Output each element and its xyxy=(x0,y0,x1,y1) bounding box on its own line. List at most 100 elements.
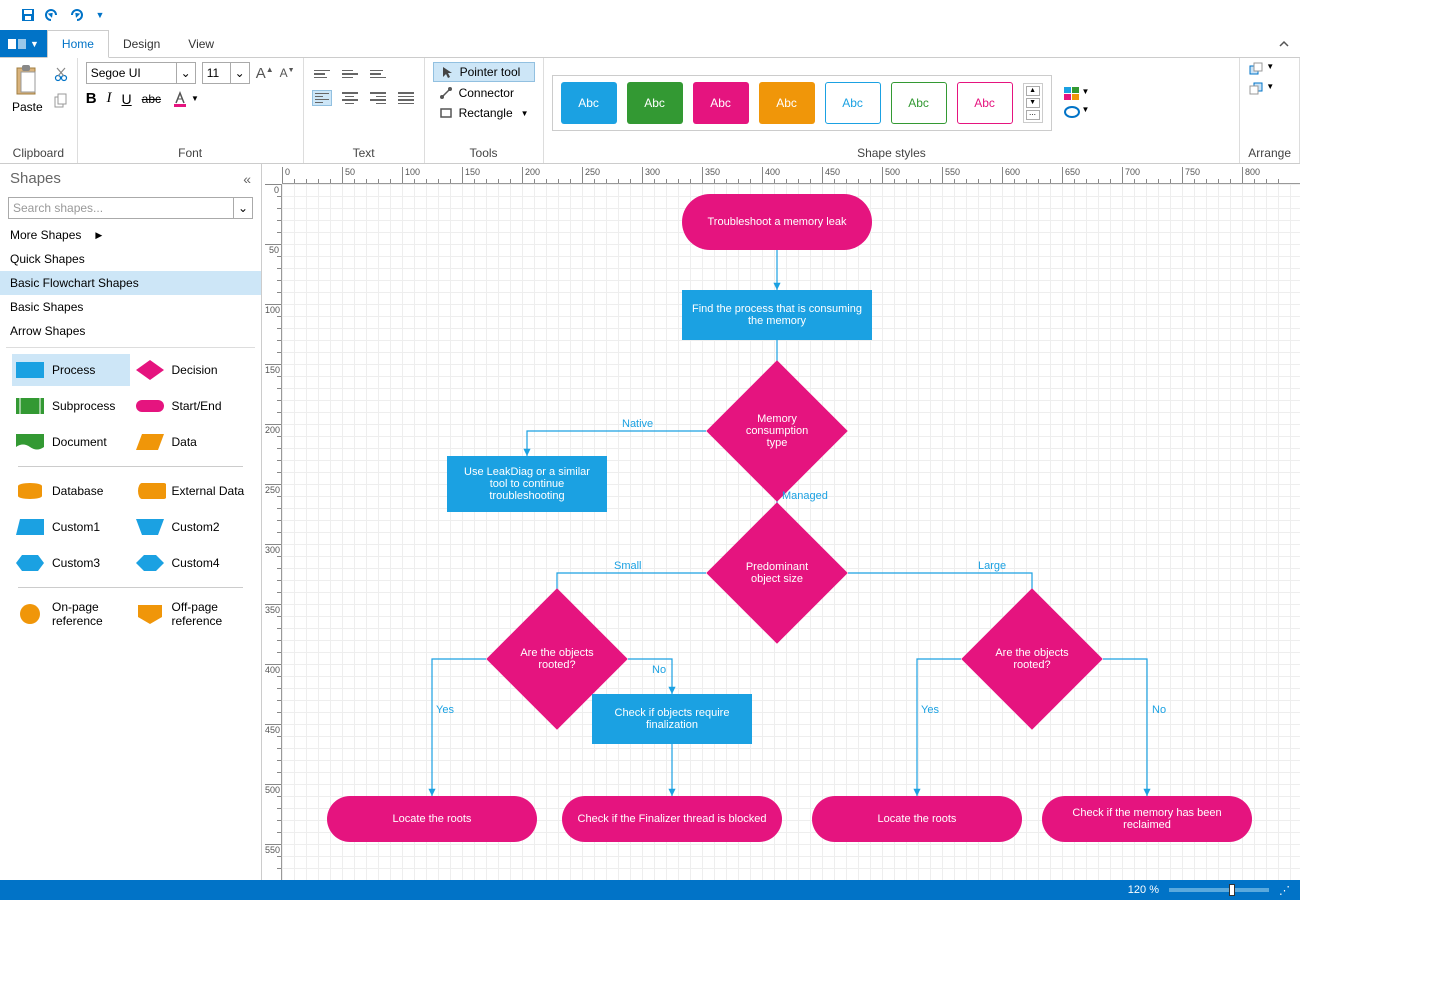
connector-n5-n6[interactable] xyxy=(557,573,706,609)
canvas-area: 0501001502002503003504004505005506006507… xyxy=(262,164,1300,880)
ribbon-collapse-button[interactable] xyxy=(1268,30,1300,57)
ribbon: Paste Clipboard Segoe UI⌄ 11⌄ A▲ A▼ B I xyxy=(0,58,1300,164)
style-gallery-down[interactable]: ▼ xyxy=(1026,98,1040,108)
zoom-slider[interactable] xyxy=(1169,888,1269,892)
connector-n6-n9[interactable] xyxy=(432,659,486,796)
bold-button[interactable]: B xyxy=(86,90,97,107)
text-group-label: Text xyxy=(312,143,416,163)
paste-label: Paste xyxy=(12,100,43,114)
align-right-button[interactable] xyxy=(368,90,388,106)
copy-icon[interactable] xyxy=(53,93,69,112)
align-middle-button[interactable] xyxy=(340,66,360,82)
font-size-select[interactable]: 11⌄ xyxy=(202,62,250,84)
node-n9[interactable]: Locate the roots xyxy=(327,796,537,842)
tab-design[interactable]: Design xyxy=(109,30,174,57)
connector-tool-button[interactable]: Connector xyxy=(433,84,535,102)
shape-item-custom2[interactable]: Custom2 xyxy=(132,511,250,543)
shape-item-subprocess[interactable]: Subprocess xyxy=(12,390,130,422)
align-left-button[interactable] xyxy=(312,90,332,106)
tab-view[interactable]: View xyxy=(174,30,228,57)
send-back-button[interactable]: ▼ xyxy=(1248,82,1274,96)
node-n12[interactable]: Check if the memory has been reclaimed xyxy=(1042,796,1252,842)
shape-item-custom3[interactable]: Custom3 xyxy=(12,547,130,579)
shape-item-document[interactable]: Document xyxy=(12,426,130,458)
shapes-category-quick-shapes[interactable]: Quick Shapes xyxy=(0,247,261,271)
connector-n5-n7[interactable] xyxy=(848,573,1032,609)
shrink-font-button[interactable]: A▼ xyxy=(280,66,295,80)
more-shapes-item[interactable]: More Shapes▶ xyxy=(0,223,261,247)
arrange-group-label: Arrange xyxy=(1248,143,1291,163)
style-swatch-4[interactable]: Abc xyxy=(825,82,881,124)
align-top-button[interactable] xyxy=(312,66,332,82)
shape-item-decision[interactable]: Decision xyxy=(132,354,250,386)
bring-front-button[interactable]: ▼ xyxy=(1248,62,1274,76)
node-n10[interactable]: Check if the Finalizer thread is blocked xyxy=(562,796,782,842)
style-swatch-3[interactable]: Abc xyxy=(759,82,815,124)
align-bottom-button[interactable] xyxy=(368,66,388,82)
font-family-select[interactable]: Segoe UI⌄ xyxy=(86,62,196,84)
shape-item-on-page-reference[interactable]: On-page reference xyxy=(12,596,130,632)
shapes-category-basic-flowchart-shapes[interactable]: Basic Flowchart Shapes xyxy=(0,271,261,295)
style-gallery-up[interactable]: ▲ xyxy=(1026,86,1040,96)
shape-item-custom1[interactable]: Custom1 xyxy=(12,511,130,543)
ribbon-group-clipboard: Paste Clipboard xyxy=(0,58,78,163)
save-icon[interactable] xyxy=(20,7,36,23)
diagram-canvas[interactable]: Troubleshoot a memory leak Find the proce… xyxy=(282,184,1300,880)
node-n7[interactable]: Are the objects rooted? xyxy=(961,588,1102,729)
style-swatch-2[interactable]: Abc xyxy=(693,82,749,124)
grow-font-button[interactable]: A▲ xyxy=(256,65,274,82)
file-icon xyxy=(8,37,26,51)
clipboard-icon xyxy=(13,64,41,98)
search-shapes-input[interactable]: Search shapes... ⌄ xyxy=(8,197,253,219)
node-n2[interactable]: Find the process that is consuming the m… xyxy=(682,290,872,340)
align-justify-button[interactable] xyxy=(396,90,416,106)
line-button[interactable]: ▼ xyxy=(1064,105,1090,119)
redo-icon[interactable] xyxy=(68,7,84,23)
underline-button[interactable]: U xyxy=(122,91,132,107)
shapes-collapse-icon[interactable]: « xyxy=(243,171,251,187)
ribbon-tabs: ▼ Home Design View xyxy=(0,30,1300,58)
quick-access-toolbar: ▼ xyxy=(0,0,1300,30)
fill-button[interactable]: ▼ xyxy=(1064,87,1090,101)
style-gallery-more[interactable]: ⋯ xyxy=(1026,110,1040,120)
strikethrough-button[interactable]: abc xyxy=(142,92,161,106)
tab-home[interactable]: Home xyxy=(47,30,109,58)
shape-item-data[interactable]: Data xyxy=(132,426,250,458)
shape-item-process[interactable]: Process xyxy=(12,354,130,386)
connector-label: Yes xyxy=(921,704,939,716)
style-swatch-1[interactable]: Abc xyxy=(627,82,683,124)
resize-grip-icon[interactable]: ⋰ xyxy=(1279,884,1290,897)
font-color-button[interactable]: ▼ xyxy=(171,91,199,107)
node-n3[interactable]: Memory consumption type xyxy=(706,360,847,501)
connector-n7-n12[interactable] xyxy=(1103,659,1147,796)
connector-label: Large xyxy=(978,560,1006,572)
shape-item-external-data[interactable]: External Data xyxy=(132,475,250,507)
shape-item-database[interactable]: Database xyxy=(12,475,130,507)
paste-button[interactable]: Paste xyxy=(8,62,47,116)
undo-icon[interactable] xyxy=(44,7,60,23)
style-swatch-5[interactable]: Abc xyxy=(891,82,947,124)
qat-dropdown-icon[interactable]: ▼ xyxy=(92,7,108,23)
pointer-tool-button[interactable]: Pointer tool xyxy=(433,62,535,82)
shapes-category-arrow-shapes[interactable]: Arrow Shapes xyxy=(0,319,261,343)
connector-n7-n11[interactable] xyxy=(917,659,961,796)
shape-item-off-page-reference[interactable]: Off-page reference xyxy=(132,596,250,632)
connector-label: Small xyxy=(614,560,642,572)
cut-icon[interactable] xyxy=(53,66,69,85)
node-n11[interactable]: Locate the roots xyxy=(812,796,1022,842)
connector-n3-n4[interactable] xyxy=(527,431,706,456)
italic-button[interactable]: I xyxy=(107,90,112,107)
style-swatch-6[interactable]: Abc xyxy=(957,82,1013,124)
node-n4[interactable]: Use LeakDiag or a similar tool to contin… xyxy=(447,456,607,512)
shape-item-custom4[interactable]: Custom4 xyxy=(132,547,250,579)
node-n8[interactable]: Check if objects require finalization xyxy=(592,694,752,744)
ribbon-group-styles: AbcAbcAbcAbcAbcAbcAbc▲▼⋯ ▼ ▼ Shape style… xyxy=(544,58,1241,163)
shapes-category-basic-shapes[interactable]: Basic Shapes xyxy=(0,295,261,319)
rectangle-tool-button[interactable]: Rectangle ▼ xyxy=(433,104,535,122)
node-n1[interactable]: Troubleshoot a memory leak xyxy=(682,194,872,250)
node-n5[interactable]: Predominant object size xyxy=(706,502,847,643)
align-center-button[interactable] xyxy=(340,90,360,106)
shape-item-start-end[interactable]: Start/End xyxy=(132,390,250,422)
style-swatch-0[interactable]: Abc xyxy=(561,82,617,124)
file-tab[interactable]: ▼ xyxy=(0,30,47,57)
